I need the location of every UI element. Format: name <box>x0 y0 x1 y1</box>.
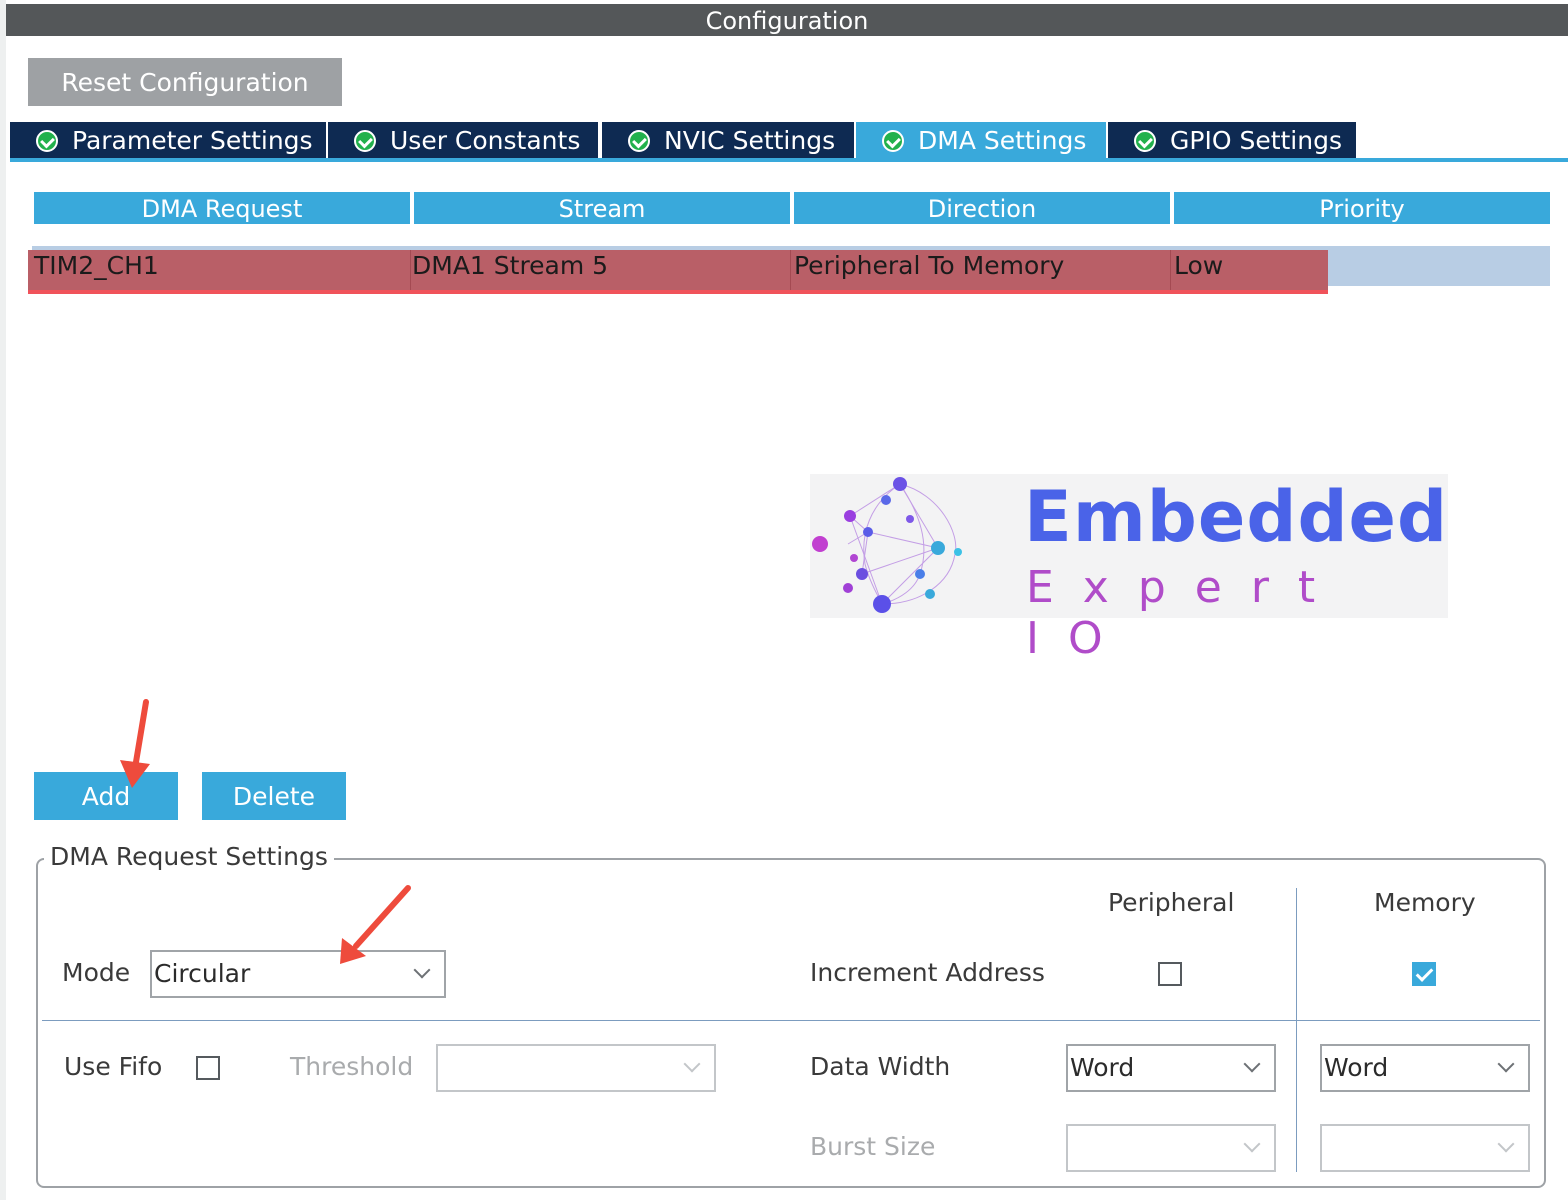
logo-word-expert-io: Expert IO <box>1026 562 1345 664</box>
reset-configuration-button[interactable]: Reset Configuration <box>28 58 342 106</box>
data-width-label: Data Width <box>810 1052 951 1081</box>
cell-dma-request[interactable]: TIM2_CH1 <box>34 250 159 290</box>
tab-label: GPIO Settings <box>1170 126 1342 155</box>
use-fifo-label: Use Fifo <box>64 1052 163 1081</box>
cell-direction[interactable]: Peripheral To Memory <box>794 250 1064 290</box>
column-divider <box>790 250 791 290</box>
check-circle-icon <box>354 130 376 152</box>
tab-dma-settings[interactable]: DMA Settings <box>856 122 1106 158</box>
tab-label: DMA Settings <box>918 126 1087 155</box>
column-header-priority[interactable]: Priority <box>1174 192 1550 224</box>
check-circle-icon <box>36 130 58 152</box>
use-fifo-checkbox[interactable] <box>196 1056 220 1080</box>
cell-stream[interactable]: DMA1 Stream 5 <box>412 250 608 290</box>
threshold-select[interactable] <box>436 1044 716 1092</box>
tab-user-constants[interactable]: User Constants <box>328 122 598 158</box>
tab-bar-underline <box>10 158 1568 162</box>
tab-parameter-settings[interactable]: Parameter Settings <box>10 122 326 158</box>
burst-size-label: Burst Size <box>810 1132 936 1161</box>
delete-button[interactable]: Delete <box>202 772 346 820</box>
mode-label: Mode <box>62 958 131 987</box>
check-circle-icon <box>628 130 650 152</box>
column-divider <box>1296 888 1297 1172</box>
network-globe-icon <box>812 477 962 613</box>
memory-column-label: Memory <box>1374 888 1476 917</box>
cell-priority[interactable]: Low <box>1174 250 1223 290</box>
data-width-memory-value: Word <box>1324 1053 1389 1082</box>
peripheral-column-label: Peripheral <box>1108 888 1235 917</box>
chevron-down-icon <box>1243 1055 1261 1073</box>
column-divider <box>1170 250 1171 290</box>
chevron-down-icon <box>1243 1135 1261 1153</box>
chevron-down-icon <box>413 961 431 979</box>
logo-word-embedded: Embedded <box>1024 476 1449 558</box>
row-highlight-annotation <box>28 250 1328 294</box>
add-button[interactable]: Add <box>34 772 178 820</box>
increment-memory-checkbox[interactable] <box>1412 962 1436 986</box>
data-width-peripheral-select[interactable]: Word <box>1066 1044 1276 1092</box>
chevron-down-icon <box>1497 1135 1515 1153</box>
configuration-panel: Configuration Reset Configuration Parame… <box>6 0 1568 1200</box>
threshold-label: Threshold <box>290 1052 414 1081</box>
chevron-down-icon <box>683 1055 701 1073</box>
group-title: DMA Request Settings <box>44 842 334 871</box>
tab-gpio-settings[interactable]: GPIO Settings <box>1108 122 1356 158</box>
tab-label: NVIC Settings <box>664 126 836 155</box>
column-header-dma-request[interactable]: DMA Request <box>34 192 410 224</box>
burst-size-memory-select[interactable] <box>1320 1124 1530 1172</box>
mode-value: Circular <box>154 959 251 988</box>
burst-size-peripheral-select[interactable] <box>1066 1124 1276 1172</box>
increment-address-label: Increment Address <box>810 958 1045 987</box>
check-circle-icon <box>1134 130 1156 152</box>
tab-label: Parameter Settings <box>72 126 313 155</box>
window-title: Configuration <box>6 4 1568 36</box>
check-circle-icon <box>882 130 904 152</box>
increment-peripheral-checkbox[interactable] <box>1158 962 1182 986</box>
settings-divider <box>42 1020 1540 1021</box>
data-width-memory-select[interactable]: Word <box>1320 1044 1530 1092</box>
chevron-down-icon <box>1497 1055 1515 1073</box>
embedded-expert-io-logo: Embedded Expert IO <box>810 474 1449 664</box>
column-divider <box>410 250 411 290</box>
tab-nvic-settings[interactable]: NVIC Settings <box>602 122 854 158</box>
tab-label: User Constants <box>390 126 581 155</box>
data-width-peripheral-value: Word <box>1070 1053 1135 1082</box>
column-header-stream[interactable]: Stream <box>414 192 790 224</box>
column-header-direction[interactable]: Direction <box>794 192 1170 224</box>
mode-select[interactable]: Circular <box>150 950 446 998</box>
